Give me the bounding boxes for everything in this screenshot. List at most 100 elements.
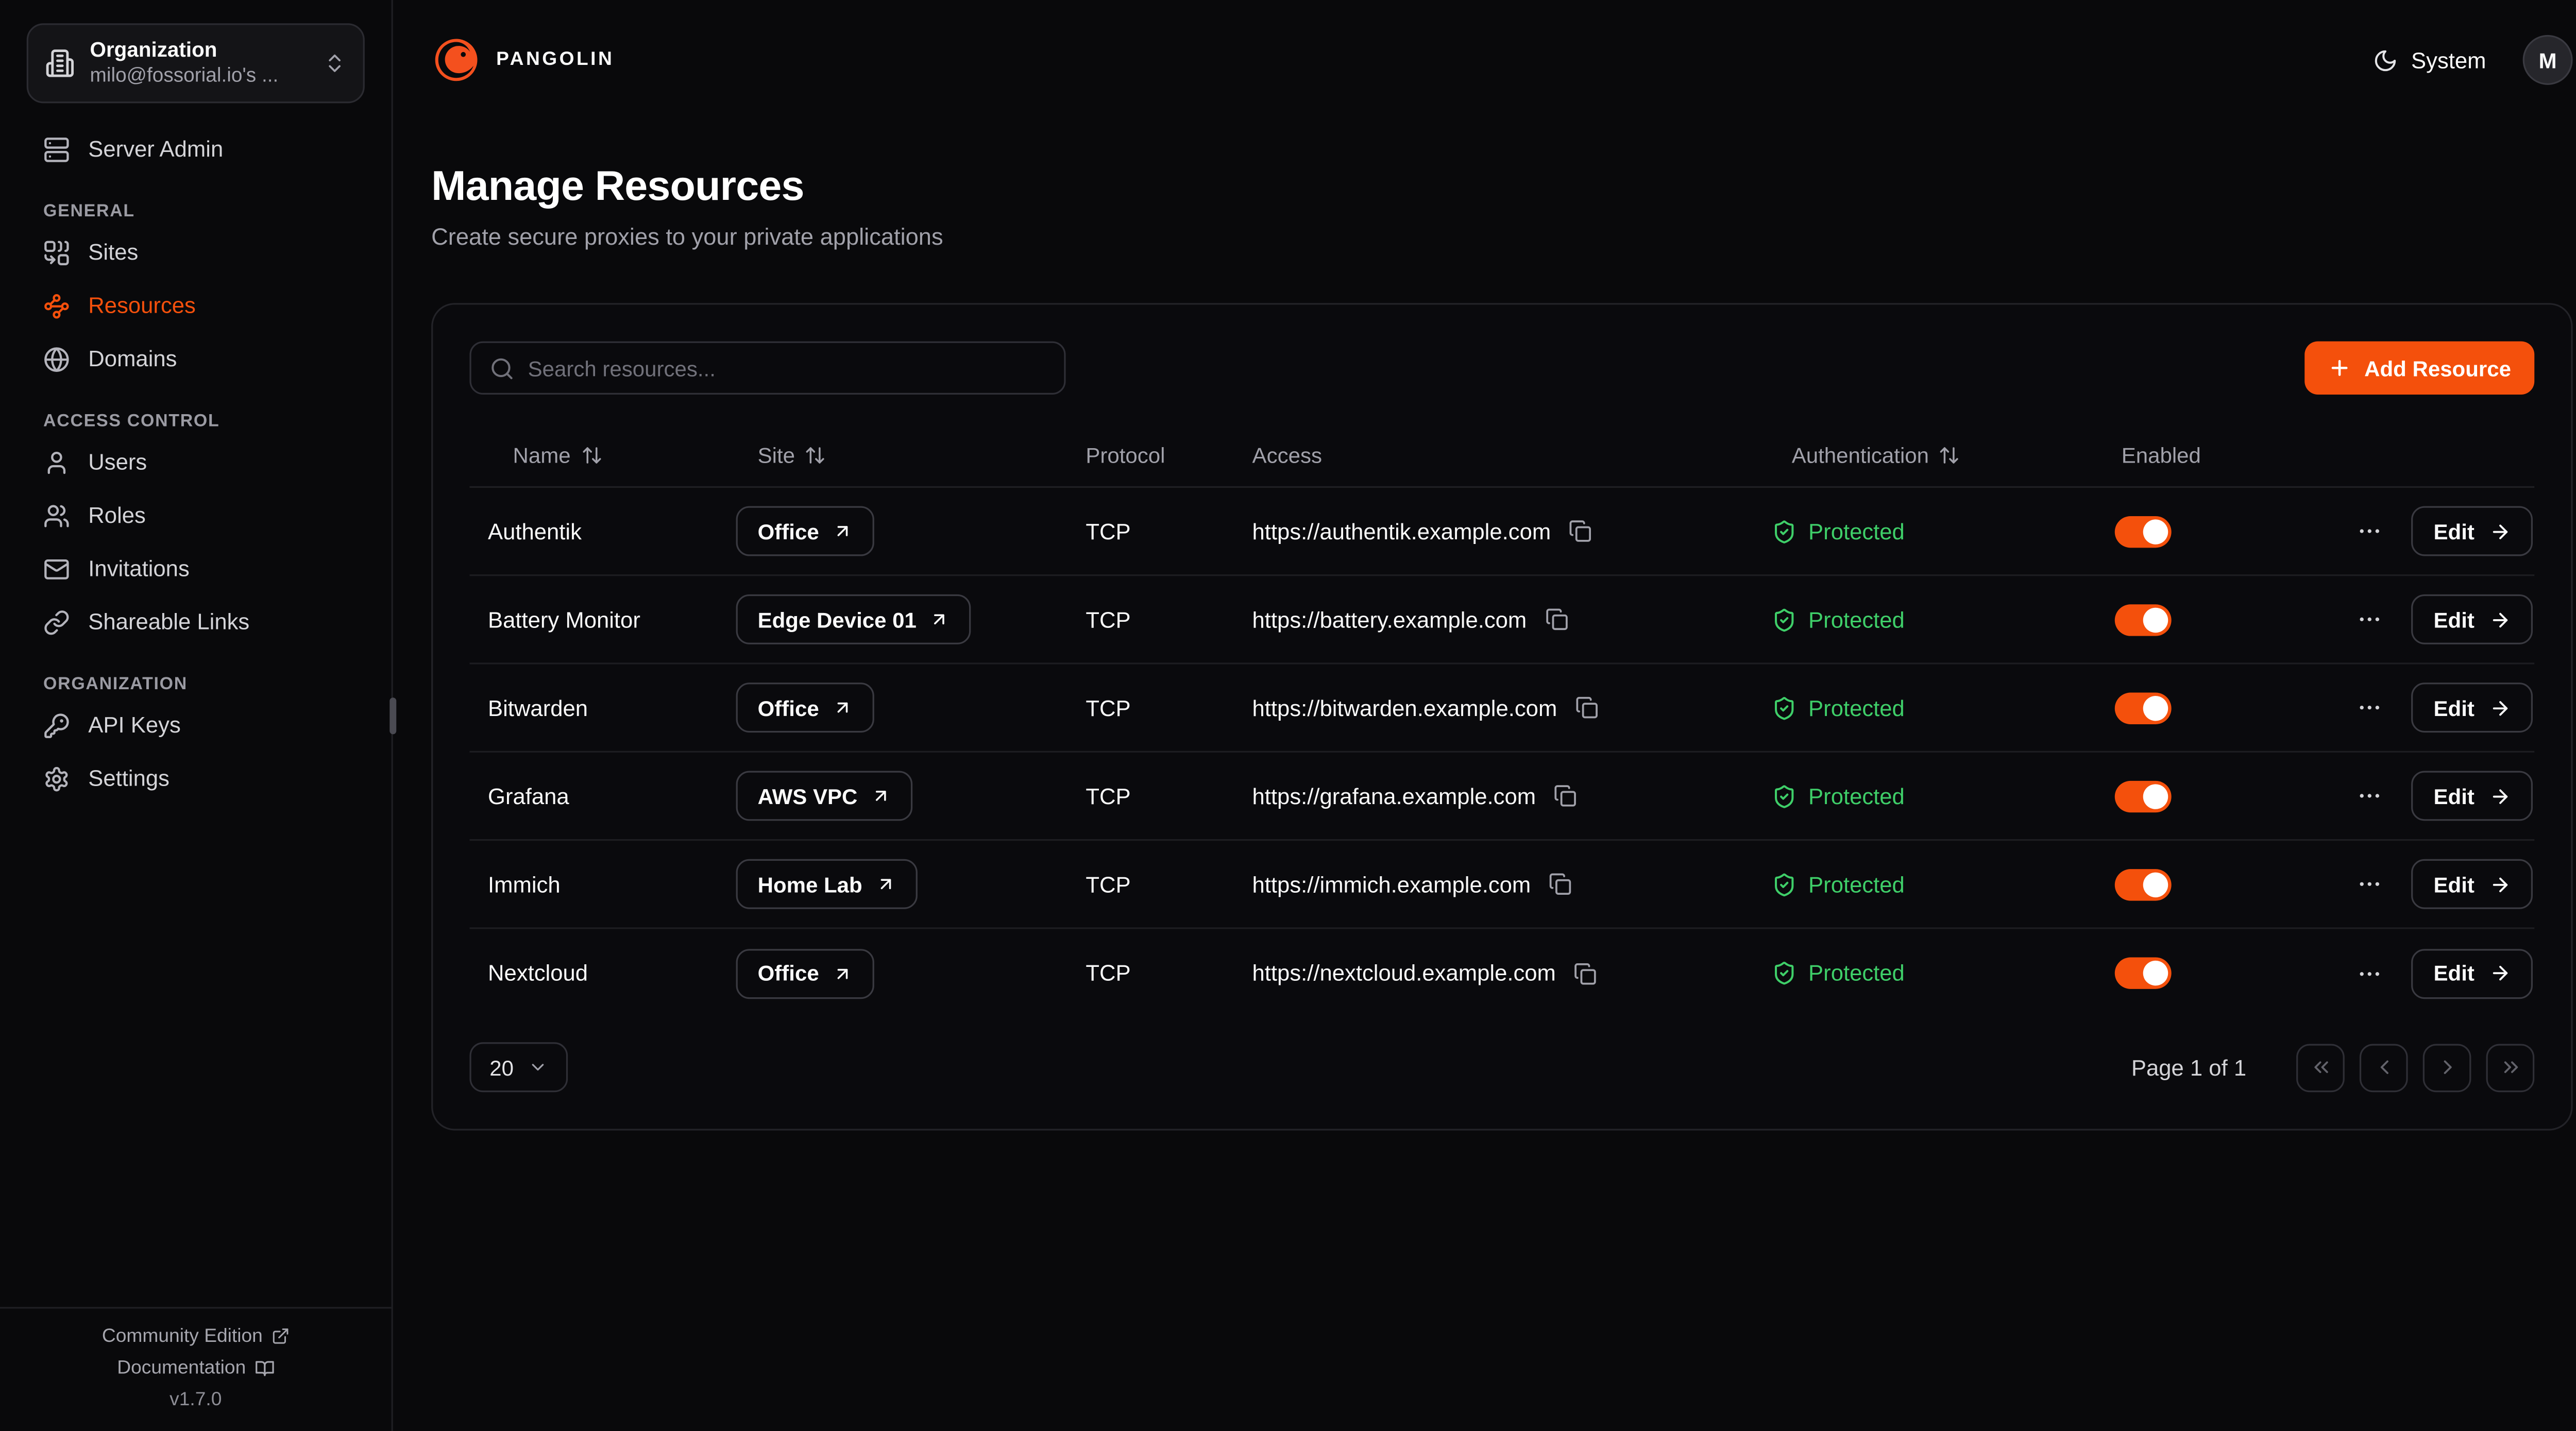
key-icon (43, 712, 70, 739)
access-url: https://authentik.example.com (1252, 519, 1551, 543)
arrow-up-right-icon (930, 609, 950, 629)
brand-name: PANGOLIN (496, 50, 614, 70)
table-toolbar: Add Resource (469, 342, 2534, 395)
shield-check-icon (1772, 961, 1797, 985)
book-icon (254, 1358, 274, 1378)
copy-url-button[interactable] (1541, 604, 1571, 634)
copy-url-button[interactable] (1566, 516, 1596, 546)
resource-name: Bitwarden (488, 695, 588, 720)
sidebar-item-shareable-links[interactable]: Shareable Links (27, 596, 365, 649)
next-page-button[interactable] (2423, 1043, 2471, 1092)
sidebar-item-sites[interactable]: Sites (27, 226, 365, 279)
resource-name: Nextcloud (488, 961, 588, 985)
access-url: https://nextcloud.example.com (1252, 961, 1556, 985)
add-resource-button[interactable]: Add Resource (2304, 342, 2534, 395)
enabled-toggle[interactable] (2115, 692, 2172, 723)
site-link-button[interactable]: Office (736, 948, 874, 998)
last-page-button[interactable] (2486, 1043, 2535, 1092)
first-page-button[interactable] (2296, 1043, 2345, 1092)
search-input[interactable] (528, 355, 1046, 380)
table-footer: 20 Page 1 of 1 (469, 1042, 2534, 1092)
user-avatar[interactable]: M (2523, 35, 2573, 85)
ellipsis-icon (2357, 871, 2384, 897)
prev-page-button[interactable] (2360, 1043, 2408, 1092)
copy-url-button[interactable] (1572, 693, 1602, 723)
sidebar-item-label: Invitations (88, 557, 190, 582)
protocol-label: TCP (1086, 961, 1130, 985)
access-url: https://grafana.example.com (1252, 783, 1536, 808)
sort-icon (805, 445, 826, 466)
access-url: https://immich.example.com (1252, 872, 1531, 896)
sidebar-item-settings[interactable]: Settings (27, 752, 365, 805)
sidebar-item-label: Shareable Links (88, 610, 249, 635)
sidebar-resize-handle[interactable] (389, 697, 396, 734)
protocol-label: TCP (1086, 695, 1130, 720)
sidebar-item-server-admin[interactable]: Server Admin (27, 123, 365, 176)
site-link-button[interactable]: Office (736, 506, 874, 556)
page-size-select[interactable]: 20 (469, 1042, 568, 1092)
site-link-button[interactable]: AWS VPC (736, 771, 913, 821)
sidebar-item-roles[interactable]: Roles (27, 489, 365, 542)
row-menu-button[interactable] (2353, 779, 2387, 813)
sidebar-section: GENERAL Sites Resources Domains (27, 201, 365, 386)
enabled-toggle[interactable] (2115, 868, 2172, 900)
globe-icon (43, 346, 70, 373)
sidebar-item-invitations[interactable]: Invitations (27, 542, 365, 595)
sidebar-section-title: ACCESS CONTROL (43, 411, 348, 431)
sidebar-nav: Server Admin GENERAL Sites Resources Dom… (0, 110, 392, 1306)
arrow-right-icon (2489, 962, 2511, 984)
column-header-name[interactable]: Name (469, 443, 719, 468)
row-menu-button[interactable] (2353, 957, 2387, 990)
edit-button[interactable]: Edit (2412, 771, 2533, 821)
copy-url-button[interactable] (1551, 781, 1581, 811)
sidebar-item-users[interactable]: Users (27, 436, 365, 489)
column-header-site[interactable]: Site (719, 443, 1084, 468)
table-row: Grafana AWS VPC TCP https://grafana.exam… (469, 753, 2534, 841)
site-link-button[interactable]: Home Lab (736, 859, 918, 909)
row-menu-button[interactable] (2353, 867, 2387, 901)
site-link-button[interactable]: Office (736, 683, 874, 732)
row-menu-button[interactable] (2353, 515, 2387, 548)
sidebar-item-api-keys[interactable]: API Keys (27, 699, 365, 752)
auth-status: Protected (1808, 783, 1905, 808)
org-selector[interactable]: Organization milo@fossorial.io's ... (27, 23, 365, 103)
chevrons-up-down-icon (323, 52, 346, 75)
row-menu-button[interactable] (2353, 603, 2387, 636)
sidebar-item-resources[interactable]: Resources (27, 279, 365, 332)
arrow-right-icon (2489, 697, 2511, 719)
resources-icon (43, 293, 70, 319)
copy-icon (1554, 784, 1578, 807)
pangolin-logo-icon (431, 35, 481, 85)
theme-selector[interactable]: System (2373, 47, 2486, 72)
sidebar-item-label: Server Admin (88, 137, 223, 162)
arrow-up-right-icon (833, 963, 853, 983)
arrow-right-icon (2489, 873, 2511, 895)
edit-button[interactable]: Edit (2412, 683, 2533, 732)
community-edition-link[interactable]: Community Edition (102, 1326, 290, 1346)
copy-url-button[interactable] (1571, 958, 1601, 988)
auth-status: Protected (1808, 695, 1905, 720)
sidebar-item-domains[interactable]: Domains (27, 333, 365, 386)
enabled-toggle[interactable] (2115, 957, 2172, 989)
sidebar-item-label: Users (88, 450, 147, 475)
row-menu-button[interactable] (2353, 691, 2387, 724)
brand[interactable]: PANGOLIN (431, 35, 614, 85)
arrow-up-right-icon (876, 874, 896, 894)
ellipsis-icon (2357, 606, 2384, 633)
documentation-link[interactable]: Documentation (117, 1358, 274, 1378)
protocol-label: TCP (1086, 519, 1130, 543)
edit-button[interactable]: Edit (2412, 506, 2533, 556)
column-header-authentication[interactable]: Authentication (1770, 443, 2115, 468)
enabled-toggle[interactable] (2115, 515, 2172, 547)
resource-name: Battery Monitor (488, 607, 640, 632)
copy-url-button[interactable] (1546, 869, 1575, 899)
shield-check-icon (1772, 783, 1797, 808)
edit-button[interactable]: Edit (2412, 594, 2533, 644)
edit-button[interactable]: Edit (2412, 948, 2533, 998)
site-link-button[interactable]: Edge Device 01 (736, 594, 972, 644)
edit-button[interactable]: Edit (2412, 859, 2533, 909)
enabled-toggle[interactable] (2115, 780, 2172, 811)
sidebar-section-title: GENERAL (43, 201, 348, 222)
ellipsis-icon (2357, 960, 2384, 986)
enabled-toggle[interactable] (2115, 604, 2172, 635)
